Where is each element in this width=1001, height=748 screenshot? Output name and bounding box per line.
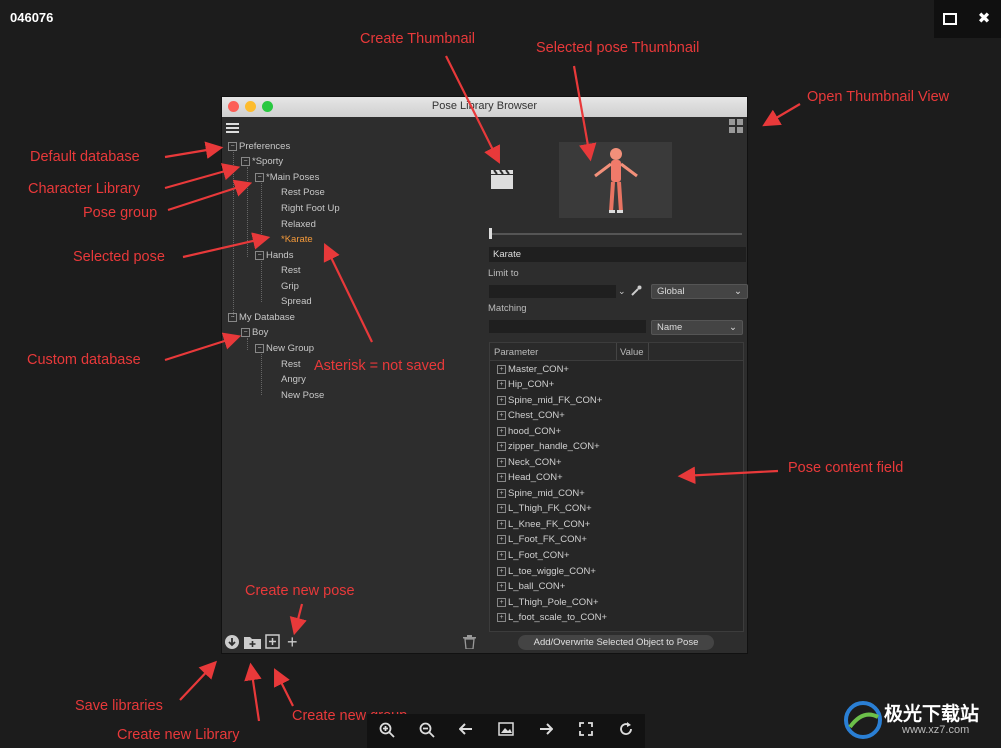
save-libraries-icon[interactable] [224, 634, 240, 655]
fullscreen-icon[interactable] [579, 722, 593, 740]
list-item[interactable]: + L_Thigh_FK_CON+ [497, 503, 592, 514]
list-item[interactable]: + L_Foot_CON+ [497, 550, 570, 561]
eyedropper-icon[interactable] [630, 284, 642, 302]
viewer-title: 046076 [10, 10, 54, 25]
annotation-pose-content-field: Pose content field [788, 460, 904, 476]
annotation-asterisk: Asterisk = not saved [314, 358, 445, 374]
watermark-logo-icon [844, 701, 882, 739]
add-pose-icon[interactable]: + [287, 632, 298, 653]
tree-item-rest-2[interactable]: Rest [281, 359, 301, 370]
list-item[interactable]: + L_Thigh_Pole_CON+ [497, 597, 599, 608]
add-overwrite-button[interactable]: Add/Overwrite Selected Object to Pose [518, 635, 714, 650]
list-item[interactable]: + Neck_CON+ [497, 457, 562, 468]
pose-thumbnail[interactable] [559, 142, 672, 218]
limit-to-field[interactable] [489, 285, 616, 298]
tree-item-sporty[interactable]: − *Sporty [241, 156, 283, 167]
arrow-right-icon[interactable] [539, 722, 554, 740]
annotation-selected-pose-thumbnail: Selected pose Thumbnail [536, 40, 700, 56]
annotation-open-thumbnail-view: Open Thumbnail View [807, 89, 950, 105]
site-watermark: 极光下载站 www.xz7.com [842, 695, 997, 745]
tree-item-relaxed[interactable]: Relaxed [281, 219, 316, 230]
tree-item-spread[interactable]: Spread [281, 296, 312, 307]
list-item[interactable]: + hood_CON+ [497, 426, 561, 437]
matching-label: Matching [488, 303, 527, 314]
list-item[interactable]: + Chest_CON+ [497, 410, 565, 421]
new-group-icon[interactable] [265, 634, 280, 654]
chevron-down-icon[interactable]: ⌄ [618, 286, 626, 297]
trash-icon[interactable] [463, 635, 476, 654]
tree-item-angry[interactable]: Angry [281, 374, 306, 385]
list-item[interactable]: + L_Knee_FK_CON+ [497, 519, 590, 530]
tree-item-preferences[interactable]: − Preferences [228, 141, 290, 152]
new-library-icon[interactable] [244, 635, 261, 654]
tree-item-new-group[interactable]: − New Group [255, 343, 314, 354]
list-item[interactable]: + zipper_handle_CON+ [497, 441, 600, 452]
image-icon[interactable] [498, 722, 514, 740]
tree-item-main-poses[interactable]: − *Main Poses [255, 172, 319, 183]
annotation-selected-pose: Selected pose [73, 249, 165, 265]
annotation-save-libraries: Save libraries [75, 698, 163, 714]
list-item[interactable]: + Master_CON+ [497, 364, 569, 375]
annotation-create-new-pose: Create new pose [245, 583, 355, 599]
watermark-text: 极光下载站 [884, 704, 980, 725]
maximize-icon[interactable] [934, 0, 966, 38]
tree-item-new-pose[interactable]: New Pose [281, 390, 324, 401]
zoom-out-icon[interactable] [419, 722, 435, 742]
tree-item-grip[interactable]: Grip [281, 281, 299, 292]
list-item[interactable]: + L_toe_wiggle_CON+ [497, 566, 596, 577]
tree-item-my-database[interactable]: − My Database [228, 312, 295, 323]
zoom-in-icon[interactable] [379, 722, 395, 742]
matching-field[interactable] [489, 320, 646, 333]
window-title: Pose Library Browser [431, 100, 538, 112]
limit-scope-dropdown[interactable]: Global ⌄ [651, 284, 748, 299]
annotation-custom-database: Custom database [27, 352, 141, 368]
chevron-down-icon: ⌄ [734, 286, 742, 297]
list-item[interactable]: + Spine_mid_FK_CON+ [497, 395, 602, 406]
matching-dropdown[interactable]: Name ⌄ [651, 320, 743, 335]
pose-slider[interactable] [489, 233, 742, 235]
watermark-url: www.xz7.com [902, 724, 970, 736]
slider-handle[interactable] [489, 228, 492, 239]
col-parameter[interactable]: Parameter [494, 347, 538, 358]
list-item[interactable]: + Head_CON+ [497, 472, 563, 483]
annotation-default-database: Default database [30, 149, 140, 165]
tree-item-hands[interactable]: − Hands [255, 250, 293, 261]
thumbnail-view-icon[interactable] [729, 119, 743, 138]
tree-item-rest[interactable]: Rest [281, 265, 301, 276]
viewer-top-buttons: ✖ [934, 0, 1001, 38]
tree-item-karate[interactable]: *Karate [281, 234, 313, 245]
chevron-down-icon: ⌄ [729, 322, 737, 333]
parameter-table-header: Parameter Value [489, 342, 744, 362]
pose-library-window: Pose Library Browser − Preferences − *Spor… [221, 96, 748, 654]
arrow-left-icon[interactable] [458, 722, 473, 740]
title-bar: Pose Library Browser [222, 97, 747, 117]
list-item[interactable]: + L_ball_CON+ [497, 581, 565, 592]
tree-item-right-foot-up[interactable]: Right Foot Up [281, 203, 340, 214]
annotation-character-library: Character Library [28, 181, 141, 197]
clapperboard-icon[interactable] [491, 169, 513, 194]
annotation-create-thumbnail: Create Thumbnail [360, 31, 475, 47]
close-icon[interactable]: ✖ [968, 0, 1000, 38]
list-item[interactable]: + Hip_CON+ [497, 379, 554, 390]
pose-content-field[interactable]: + Master_CON+ + Hip_CON+ + Spine_mid_FK_CON… [489, 360, 744, 632]
list-item[interactable]: + L_Foot_FK_CON+ [497, 534, 587, 545]
character-figure-icon [594, 148, 638, 213]
pose-name-field[interactable]: Karate [489, 247, 746, 262]
menu-icon[interactable] [226, 121, 239, 139]
rotate-icon[interactable] [619, 722, 633, 740]
list-item[interactable]: + L_foot_scale_to_CON+ [497, 612, 607, 623]
tree-item-boy[interactable]: − Boy [241, 327, 268, 338]
list-item[interactable]: + Spine_mid_CON+ [497, 488, 585, 499]
annotation-create-new-library: Create new Library [117, 727, 240, 743]
limit-to-label: Limit to [488, 268, 519, 279]
tree-item-rest-pose[interactable]: Rest Pose [281, 187, 325, 198]
viewer-toolbar [367, 714, 645, 748]
col-value[interactable]: Value [620, 347, 644, 358]
annotation-pose-group: Pose group [83, 205, 158, 221]
